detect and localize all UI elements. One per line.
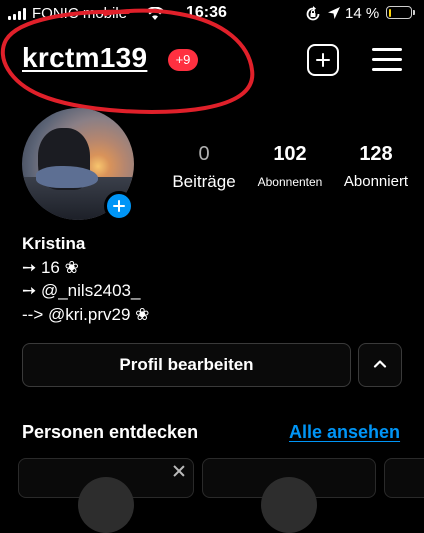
followers-label: Abonnenten	[257, 175, 323, 189]
signal-icon	[8, 8, 26, 20]
suggestion-card[interactable]	[202, 458, 376, 533]
battery-percent: 14 %	[345, 5, 380, 22]
discover-people-title: Personen entdecken	[22, 422, 199, 442]
posts-count: 0	[198, 143, 210, 165]
see-all-link[interactable]: Alle ansehen	[289, 422, 400, 443]
new-post-button[interactable]	[307, 44, 339, 76]
edit-profile-button[interactable]: Profil bearbeiten	[22, 343, 351, 387]
carrier-name: FONIC mobile	[32, 5, 128, 22]
rotation-lock-icon	[306, 6, 320, 21]
location-icon	[328, 7, 340, 19]
display-name: Kristina	[22, 234, 86, 253]
following-count: 128	[359, 143, 393, 165]
suggestions-toggle-button[interactable]	[358, 343, 402, 387]
bio: Kristina ➙ 16 ❀ ➙ @_nils2403_ --> @kri.p…	[22, 232, 149, 326]
add-story-button[interactable]	[104, 191, 134, 221]
followers-count: 102	[273, 143, 307, 165]
clock: 16:36	[186, 4, 227, 21]
status-bar: FONIC mobile 16:36 14 %	[0, 0, 424, 28]
chevron-up-icon	[373, 360, 387, 368]
close-icon[interactable]	[173, 465, 185, 477]
following-label: Abonniert	[343, 173, 409, 190]
suggestion-avatar	[78, 477, 134, 533]
username[interactable]: krctm139	[22, 42, 147, 74]
posts-stat: 0 Beiträge	[164, 142, 244, 192]
followers-stat[interactable]: 102 Abonnenten	[250, 142, 330, 192]
bio-line-mention[interactable]: --> @kri.prv29 ❀	[22, 303, 149, 327]
notification-badge[interactable]: +9	[168, 49, 198, 71]
following-stat[interactable]: 128 Abonniert	[336, 142, 416, 192]
bio-line-mention[interactable]: ➙ @_nils2403_	[22, 279, 149, 303]
wifi-icon	[146, 7, 164, 20]
menu-button[interactable]	[372, 46, 402, 72]
posts-label: Beiträge	[172, 172, 236, 191]
suggestion-card[interactable]	[18, 458, 194, 533]
suggestion-card[interactable]	[384, 458, 424, 498]
suggestion-avatar	[261, 477, 317, 533]
bio-line: ➙ 16 ❀	[22, 257, 79, 277]
battery-icon	[386, 6, 415, 19]
